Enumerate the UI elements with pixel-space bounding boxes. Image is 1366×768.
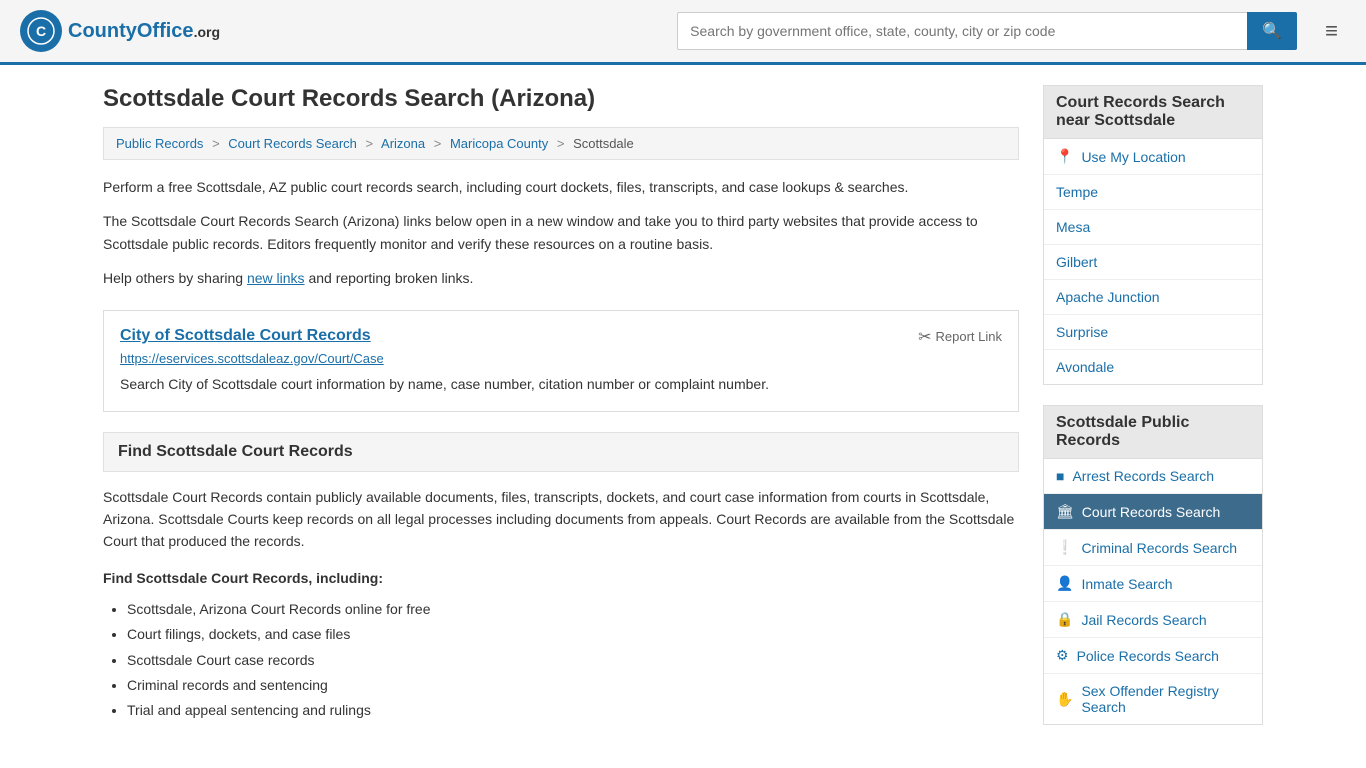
logo-link[interactable]: C CountyOffice.org	[20, 10, 220, 52]
desc3-suffix: and reporting broken links.	[305, 270, 474, 286]
new-links[interactable]: new links	[247, 270, 305, 286]
find-records-list-item: Court filings, dockets, and case files	[127, 622, 1019, 647]
find-records-list-item: Trial and appeal sentencing and rulings	[127, 698, 1019, 723]
public-record-link[interactable]: 🏛 Court Records Search	[1044, 494, 1262, 529]
public-record-icon: 🏛	[1056, 503, 1074, 520]
nearby-link-item: Mesa	[1044, 210, 1262, 245]
public-records-title: Scottsdale Public Records	[1043, 405, 1263, 459]
public-record-label: Police Records Search	[1077, 648, 1219, 664]
public-record-icon: ✋	[1056, 691, 1073, 708]
find-records-list-item: Criminal records and sentencing	[127, 673, 1019, 698]
public-record-icon: 🔒	[1056, 611, 1073, 628]
nearby-link[interactable]: Tempe	[1044, 175, 1262, 209]
public-record-link[interactable]: 🔒 Jail Records Search	[1044, 602, 1262, 637]
description-3: Help others by sharing new links and rep…	[103, 267, 1019, 289]
breadcrumb-sep-4: >	[557, 136, 565, 151]
breadcrumb-sep-2: >	[366, 136, 374, 151]
menu-button[interactable]: ≡	[1317, 14, 1346, 48]
search-button[interactable]: 🔍	[1247, 12, 1297, 50]
logo-icon: C	[20, 10, 62, 52]
public-record-label: Criminal Records Search	[1081, 540, 1237, 556]
public-record-label: Court Records Search	[1082, 504, 1221, 520]
public-record-label: Arrest Records Search	[1072, 468, 1214, 484]
breadcrumb-sep-3: >	[434, 136, 442, 151]
search-icon: 🔍	[1262, 23, 1282, 40]
public-record-label: Inmate Search	[1081, 576, 1172, 592]
nearby-link[interactable]: Gilbert	[1044, 245, 1262, 279]
find-records-body: Scottsdale Court Records contain publicl…	[103, 486, 1019, 553]
breadcrumb-court-records[interactable]: Court Records Search	[228, 136, 357, 151]
public-record-item: ✋ Sex Offender Registry Search	[1044, 674, 1262, 724]
use-location-label: Use My Location	[1081, 149, 1185, 165]
public-record-link[interactable]: ■ Arrest Records Search	[1044, 459, 1262, 493]
find-records-list: Scottsdale, Arizona Court Records online…	[127, 597, 1019, 723]
report-link-button[interactable]: ✂ Report Link	[918, 327, 1002, 347]
public-record-item: ⚙ Police Records Search	[1044, 638, 1262, 674]
find-records-content: Scottsdale Court Records contain publicl…	[103, 486, 1019, 724]
public-record-icon: ⚙	[1056, 647, 1069, 664]
public-record-item: 👤 Inmate Search	[1044, 566, 1262, 602]
nearby-link[interactable]: Avondale	[1044, 350, 1262, 384]
main-container: Scottsdale Court Records Search (Arizona…	[83, 65, 1283, 765]
city-records-title[interactable]: City of Scottsdale Court Records	[120, 327, 371, 345]
public-record-item: 🏛 Court Records Search	[1044, 494, 1262, 530]
public-record-item: ❕ Criminal Records Search	[1044, 530, 1262, 566]
public-record-icon: ■	[1056, 468, 1064, 484]
nearby-link[interactable]: Apache Junction	[1044, 280, 1262, 314]
nearby-section-title: Court Records Search near Scottsdale	[1043, 85, 1263, 139]
nearby-link-item: Tempe	[1044, 175, 1262, 210]
city-records-desc: Search City of Scottsdale court informat…	[120, 374, 1002, 395]
site-header: C CountyOffice.org 🔍 ≡	[0, 0, 1366, 65]
public-records-list: ■ Arrest Records Search 🏛 Court Records Sea…	[1043, 459, 1263, 725]
public-record-icon: 👤	[1056, 575, 1073, 592]
nearby-link[interactable]: Mesa	[1044, 210, 1262, 244]
report-icon: ✂	[918, 327, 931, 347]
search-container: 🔍	[677, 12, 1297, 50]
nearby-link-item: Avondale	[1044, 350, 1262, 384]
breadcrumb-sep-1: >	[212, 136, 220, 151]
desc3-prefix: Help others by sharing	[103, 270, 247, 286]
nearby-link-item: Apache Junction	[1044, 280, 1262, 315]
breadcrumb-public-records[interactable]: Public Records	[116, 136, 203, 151]
city-records-box: City of Scottsdale Court Records ✂ Repor…	[103, 310, 1019, 412]
find-records-title: Find Scottsdale Court Records	[118, 443, 1004, 461]
public-record-link[interactable]: ❕ Criminal Records Search	[1044, 530, 1262, 565]
search-input[interactable]	[677, 12, 1247, 50]
public-record-item: 🔒 Jail Records Search	[1044, 602, 1262, 638]
public-record-link[interactable]: 👤 Inmate Search	[1044, 566, 1262, 601]
nearby-link[interactable]: Surprise	[1044, 315, 1262, 349]
svg-text:C: C	[36, 23, 46, 39]
description-2: The Scottsdale Court Records Search (Ari…	[103, 210, 1019, 255]
find-records-section: Find Scottsdale Court Records	[103, 432, 1019, 472]
nearby-links-list: 📍 Use My Location TempeMesaGilbertApache…	[1043, 139, 1263, 385]
breadcrumb-arizona[interactable]: Arizona	[381, 136, 425, 151]
location-icon: 📍	[1056, 148, 1073, 165]
breadcrumb-scottsdale: Scottsdale	[573, 136, 634, 151]
public-record-link[interactable]: ⚙ Police Records Search	[1044, 638, 1262, 673]
logo-text: CountyOffice.org	[68, 20, 220, 43]
use-location-item: 📍 Use My Location	[1044, 139, 1262, 175]
public-record-label: Sex Offender Registry Search	[1081, 683, 1250, 715]
find-records-list-item: Scottsdale Court case records	[127, 648, 1019, 673]
public-record-item: ■ Arrest Records Search	[1044, 459, 1262, 494]
public-record-link[interactable]: ✋ Sex Offender Registry Search	[1044, 674, 1262, 724]
page-title: Scottsdale Court Records Search (Arizona…	[103, 85, 1019, 113]
use-location-link[interactable]: 📍 Use My Location	[1044, 139, 1262, 174]
nearby-link-item: Surprise	[1044, 315, 1262, 350]
find-records-list-item: Scottsdale, Arizona Court Records online…	[127, 597, 1019, 622]
description-1: Perform a free Scottsdale, AZ public cou…	[103, 176, 1019, 198]
sidebar: Court Records Search near Scottsdale 📍 U…	[1043, 85, 1263, 745]
report-label: Report Link	[936, 329, 1002, 344]
find-records-sub: Find Scottsdale Court Records, including…	[103, 567, 1019, 589]
public-record-icon: ❕	[1056, 539, 1073, 556]
breadcrumb-maricopa[interactable]: Maricopa County	[450, 136, 548, 151]
public-record-label: Jail Records Search	[1081, 612, 1206, 628]
city-records-url[interactable]: https://eservices.scottsdaleaz.gov/Court…	[120, 351, 1002, 366]
breadcrumb: Public Records > Court Records Search > …	[103, 127, 1019, 160]
content-area: Scottsdale Court Records Search (Arizona…	[103, 85, 1019, 745]
hamburger-icon: ≡	[1325, 18, 1338, 43]
nearby-link-item: Gilbert	[1044, 245, 1262, 280]
